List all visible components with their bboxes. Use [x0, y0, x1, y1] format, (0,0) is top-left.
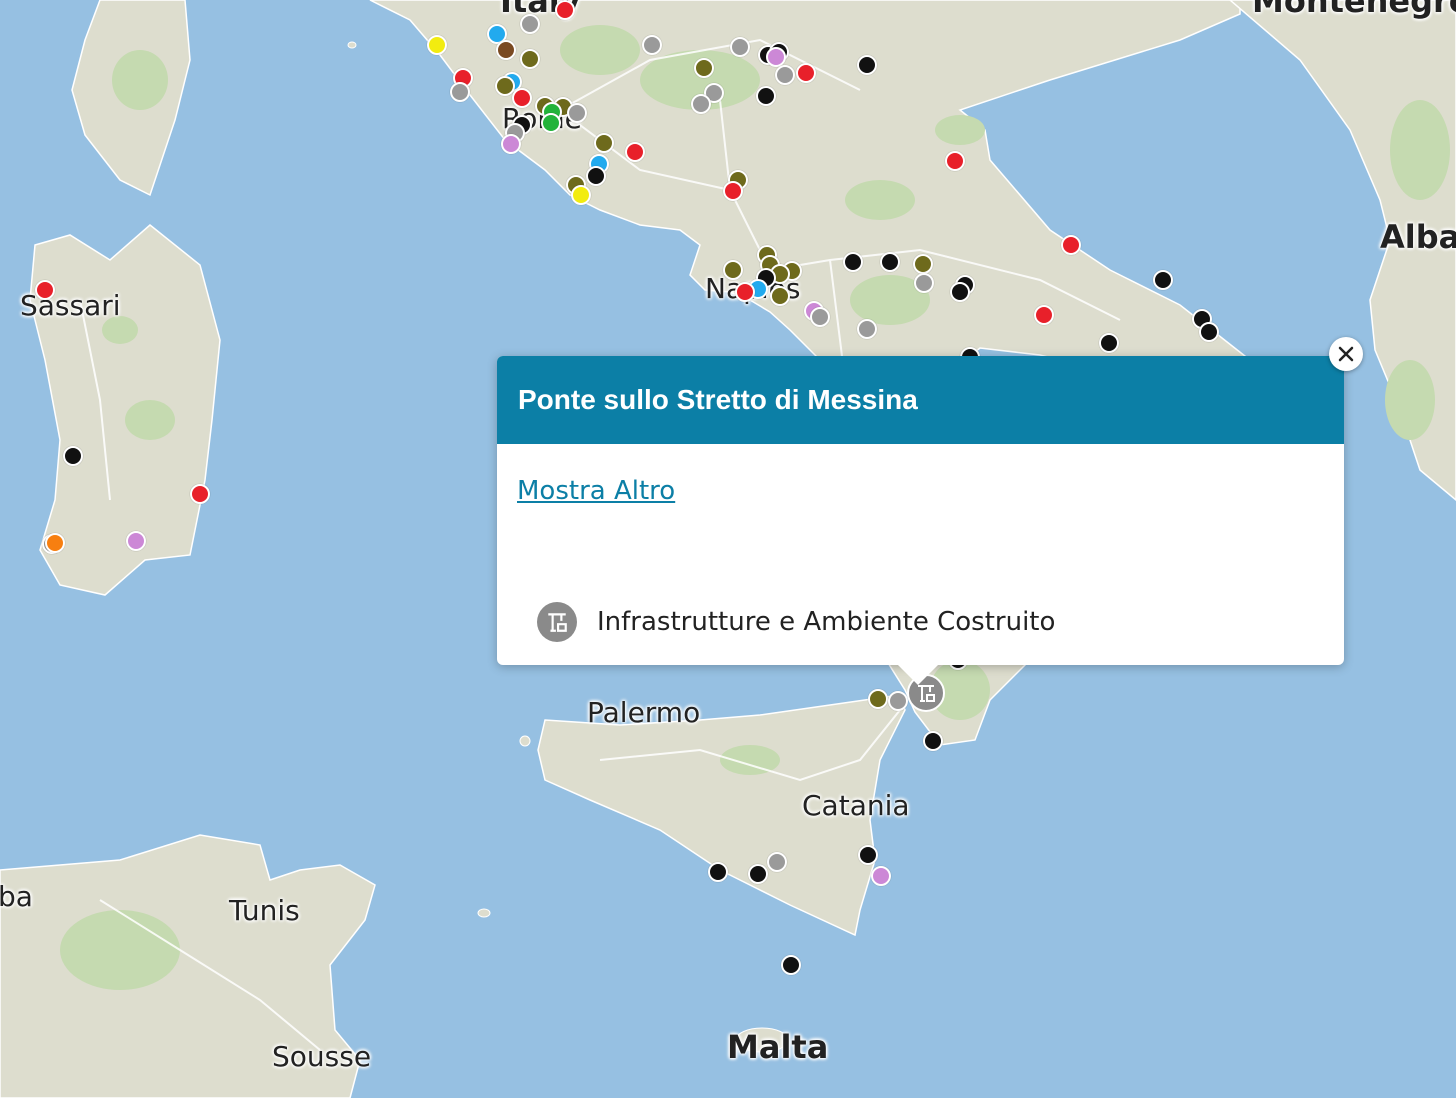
- map-marker-grey[interactable]: [810, 307, 830, 327]
- map-marker-black[interactable]: [857, 55, 877, 75]
- map-marker-orange[interactable]: [45, 533, 65, 553]
- map-marker-black[interactable]: [708, 862, 728, 882]
- map-marker-black[interactable]: [781, 955, 801, 975]
- map-marker-violet[interactable]: [501, 134, 521, 154]
- map-marker-red[interactable]: [1034, 305, 1054, 325]
- map-marker-black[interactable]: [756, 86, 776, 106]
- place-label-palermo: Palermo: [587, 696, 701, 729]
- map-marker-olive[interactable]: [723, 260, 743, 280]
- map-marker-olive[interactable]: [694, 58, 714, 78]
- map-marker-grey[interactable]: [775, 65, 795, 85]
- place-label-sousse: Sousse: [272, 1040, 372, 1073]
- map-marker-green[interactable]: [541, 113, 561, 133]
- close-icon: [1338, 346, 1354, 362]
- place-label-albania: Alba: [1380, 218, 1456, 256]
- map-marker-black[interactable]: [858, 845, 878, 865]
- map-marker-black[interactable]: [950, 282, 970, 302]
- map-marker-grey[interactable]: [642, 35, 662, 55]
- place-label-algeria: ba: [0, 880, 33, 913]
- map-marker-red[interactable]: [512, 88, 532, 108]
- map-marker-olive[interactable]: [770, 286, 790, 306]
- map-marker-black[interactable]: [586, 166, 606, 186]
- place-label-montenegro: Montenegro: [1252, 0, 1456, 20]
- construction-crane-icon: [918, 685, 935, 702]
- map-marker-black[interactable]: [843, 252, 863, 272]
- map-marker-brown[interactable]: [496, 40, 516, 60]
- place-label-malta: Malta: [727, 1028, 829, 1066]
- place-label-tunis: Tunis: [229, 894, 300, 927]
- map-marker-grey[interactable]: [914, 273, 934, 293]
- map-marker-red[interactable]: [555, 0, 575, 20]
- map-marker-yellow[interactable]: [571, 185, 591, 205]
- popup-header: Ponte sullo Stretto di Messina: [497, 356, 1344, 444]
- map-marker-olive[interactable]: [868, 689, 888, 709]
- map[interactable]: Italy Rome Naples Sassari Palermo Catani…: [0, 0, 1456, 1098]
- popup-tip: [896, 663, 940, 685]
- map-marker-black[interactable]: [923, 731, 943, 751]
- map-marker-black[interactable]: [1099, 333, 1119, 353]
- place-label-catania: Catania: [802, 789, 910, 822]
- map-marker-black[interactable]: [880, 252, 900, 272]
- map-marker-red[interactable]: [723, 181, 743, 201]
- map-marker-red[interactable]: [1061, 235, 1081, 255]
- map-marker-black[interactable]: [1153, 270, 1173, 290]
- map-marker-red[interactable]: [190, 484, 210, 504]
- map-marker-violet[interactable]: [871, 866, 891, 886]
- popup-category: Infrastrutture e Ambiente Costruito: [537, 602, 1055, 642]
- map-marker-red[interactable]: [796, 63, 816, 83]
- map-marker-violet[interactable]: [766, 47, 786, 67]
- close-popup-button[interactable]: [1329, 337, 1363, 371]
- map-marker-grey[interactable]: [888, 691, 908, 711]
- map-marker-grey[interactable]: [450, 82, 470, 102]
- map-marker-grey[interactable]: [567, 103, 587, 123]
- map-marker-yellow[interactable]: [427, 35, 447, 55]
- project-popup: Ponte sullo Stretto di Messina Mostra Al…: [497, 356, 1344, 685]
- map-marker-black[interactable]: [63, 446, 83, 466]
- map-marker-olive[interactable]: [594, 133, 614, 153]
- popup-title: Ponte sullo Stretto di Messina: [518, 384, 918, 415]
- map-marker-black[interactable]: [1199, 322, 1219, 342]
- map-marker-grey[interactable]: [730, 37, 750, 57]
- construction-crane-icon: [537, 602, 577, 642]
- map-marker-olive[interactable]: [520, 49, 540, 69]
- map-marker-grey[interactable]: [767, 852, 787, 872]
- map-marker-red[interactable]: [945, 151, 965, 171]
- map-marker-grey[interactable]: [691, 94, 711, 114]
- map-marker-grey[interactable]: [520, 14, 540, 34]
- map-marker-black[interactable]: [748, 864, 768, 884]
- category-label: Infrastrutture e Ambiente Costruito: [597, 607, 1056, 637]
- show-more-link[interactable]: Mostra Altro: [517, 476, 675, 506]
- map-marker-violet[interactable]: [126, 531, 146, 551]
- map-marker-red[interactable]: [35, 280, 55, 300]
- map-marker-red[interactable]: [735, 282, 755, 302]
- map-marker-red[interactable]: [625, 142, 645, 162]
- map-marker-grey[interactable]: [857, 319, 877, 339]
- map-marker-olive[interactable]: [913, 254, 933, 274]
